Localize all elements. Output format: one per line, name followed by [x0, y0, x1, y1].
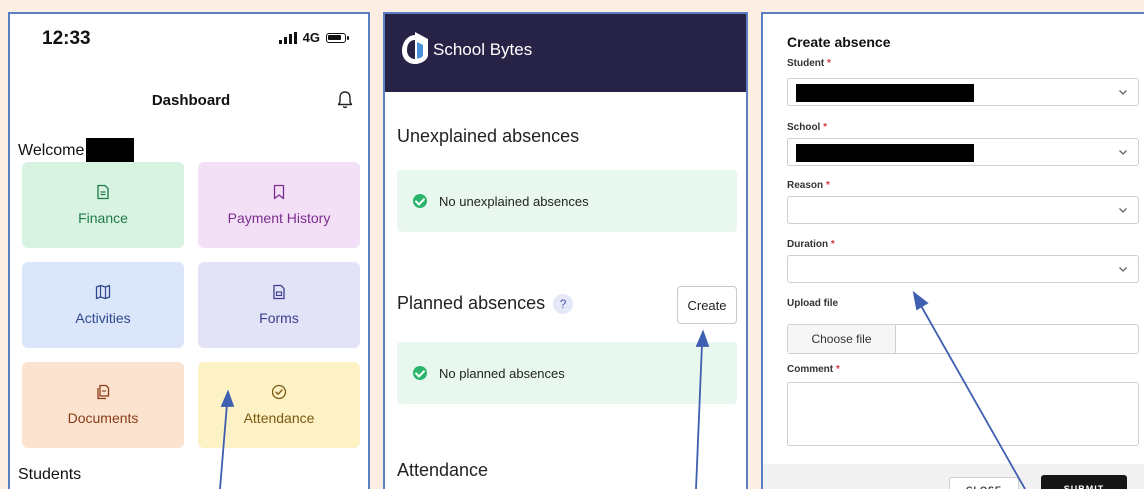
field-label: Student — [787, 58, 825, 69]
document-icon — [97, 184, 109, 200]
unexplained-absences-title: Unexplained absences — [397, 126, 580, 146]
check-icon — [413, 366, 427, 380]
school-bytes-logo-icon — [402, 32, 428, 64]
brand-name: School Bytes — [433, 40, 533, 59]
redacted-student — [796, 84, 974, 102]
status-icons: 4G — [278, 30, 349, 45]
file-upload-field[interactable]: Choose file — [787, 324, 1139, 354]
tile-label: Documents — [67, 410, 139, 426]
school-select[interactable] — [787, 138, 1139, 166]
required-mark: * — [835, 364, 840, 375]
planned-absences-label: Planned absences — [397, 293, 546, 313]
form-icon — [273, 284, 285, 300]
redacted-school — [796, 144, 974, 162]
tile-label: Payment History — [227, 210, 331, 226]
status-message: No planned absences — [439, 365, 565, 381]
check-icon — [413, 194, 427, 208]
reason-label: Reason * — [787, 180, 830, 191]
tile-payment-history[interactable]: Payment History — [198, 162, 360, 248]
comment-label: Comment * — [787, 364, 840, 375]
welcome-message: Welcome — [18, 138, 135, 164]
status-message: No unexplained absences — [439, 193, 589, 209]
page-title: Dashboard — [151, 92, 231, 109]
reason-select[interactable] — [787, 196, 1139, 224]
student-select[interactable] — [787, 78, 1139, 106]
documents-icon — [97, 384, 110, 400]
field-label: School — [787, 122, 821, 133]
app-header: School Bytes — [385, 14, 746, 92]
students-heading: Students — [18, 466, 82, 483]
mobile-dashboard-panel: 12:33 4G Dashboard Welcome Finance Payme… — [8, 12, 370, 489]
field-label: Reason — [787, 180, 824, 191]
help-icon[interactable]: ? — [553, 294, 574, 315]
bookmark-icon — [273, 184, 285, 200]
redacted-name — [86, 138, 135, 164]
field-label: Duration — [787, 239, 829, 250]
upload-file-label: Upload file — [787, 298, 839, 309]
duration-label: Duration * — [787, 239, 835, 250]
school-bytes-panel: School Bytes Unexplained absences No une… — [383, 12, 748, 489]
field-label: Comment — [787, 364, 834, 375]
tile-label: Activities — [75, 310, 131, 326]
choose-file-button[interactable]: Choose file — [788, 325, 896, 353]
check-circle-icon — [271, 384, 287, 400]
tile-label: Attendance — [243, 410, 315, 426]
required-mark: * — [823, 122, 828, 133]
tile-label: Finance — [78, 210, 128, 226]
required-mark: * — [825, 180, 830, 191]
chevron-down-icon — [1119, 208, 1127, 213]
comment-textarea[interactable] — [787, 382, 1139, 446]
tile-activities[interactable]: Activities — [22, 262, 184, 348]
battery-icon — [326, 32, 349, 43]
tile-forms[interactable]: Forms — [198, 262, 360, 348]
planned-absences-status: No planned absences — [397, 342, 737, 404]
status-time: 12:33 — [42, 28, 91, 49]
planned-absences-title: Planned absences? — [397, 293, 574, 315]
tile-attendance[interactable]: Attendance — [198, 362, 360, 448]
attendance-title: Attendance — [397, 460, 489, 480]
tile-documents[interactable]: Documents — [22, 362, 184, 448]
welcome-label: Welcome — [18, 142, 85, 159]
form-title: Create absence — [787, 34, 891, 50]
status-bar: 12:33 4G — [10, 14, 368, 64]
unexplained-absences-status: No unexplained absences — [397, 170, 737, 232]
required-mark: * — [830, 239, 835, 250]
tile-finance[interactable]: Finance — [22, 162, 184, 248]
school-label: School * — [787, 122, 827, 133]
required-mark: * — [827, 58, 831, 69]
chevron-down-icon — [1119, 267, 1127, 272]
submit-button[interactable]: SUBMIT — [1041, 475, 1127, 489]
chevron-down-icon — [1119, 150, 1127, 155]
signal-icon — [278, 31, 297, 44]
create-button[interactable]: Create — [677, 286, 737, 324]
student-label: Student * — [787, 58, 831, 69]
tile-label: Forms — [259, 310, 299, 326]
chevron-down-icon — [1119, 90, 1127, 95]
bell-icon[interactable] — [336, 90, 354, 110]
map-icon — [95, 284, 111, 300]
network-label: 4G — [302, 30, 320, 45]
create-absence-panel: Create absence Student * School * Reason… — [761, 12, 1144, 489]
duration-select[interactable] — [787, 255, 1139, 283]
close-button[interactable]: CLOSE — [949, 477, 1019, 489]
